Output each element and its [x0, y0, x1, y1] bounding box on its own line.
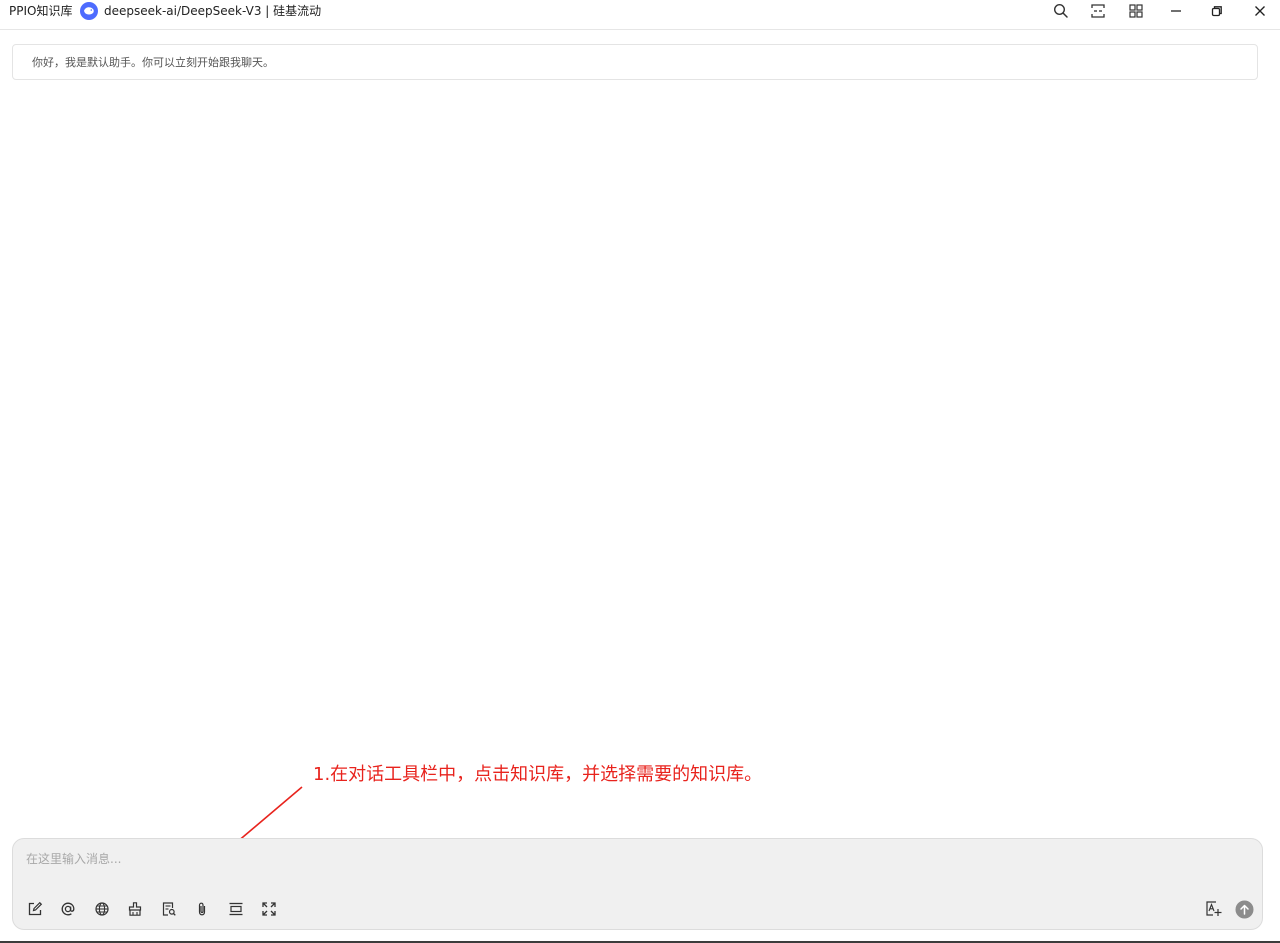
expand-icon	[262, 902, 276, 916]
message-composer	[12, 838, 1263, 930]
clear-context-button[interactable]	[125, 899, 145, 919]
clear-context-icon	[128, 902, 142, 916]
web-search-button[interactable]	[92, 899, 112, 919]
narrow-mode-button[interactable]	[1081, 0, 1115, 22]
model-name: deepseek-ai/DeepSeek-V3 | 硅基流动	[104, 4, 322, 18]
restore-icon	[1211, 6, 1222, 17]
restore-button[interactable]	[1200, 0, 1234, 22]
apps-button[interactable]	[1119, 0, 1153, 22]
search-icon	[1053, 3, 1068, 18]
narrow-mode-icon	[1091, 4, 1105, 18]
web-search-icon	[95, 902, 109, 916]
apps-grid-icon	[1129, 4, 1143, 18]
close-button[interactable]	[1243, 0, 1277, 22]
new-topic-icon	[28, 901, 43, 916]
app-title: PPIO知识库	[9, 4, 73, 18]
mention-model-icon	[61, 902, 75, 916]
title-bar: PPIO知识库 deepseek-ai/DeepSeek-V3 | 硅基流动	[0, 0, 1280, 30]
annotation-arrow	[171, 786, 303, 898]
send-icon	[1235, 900, 1253, 918]
new-topic-button[interactable]	[25, 899, 45, 919]
message-input[interactable]	[26, 849, 1226, 869]
model-selector[interactable]: deepseek-ai/DeepSeek-V3 | 硅基流动	[80, 2, 321, 20]
knowledge-base-button[interactable]	[159, 899, 179, 919]
close-icon	[1255, 6, 1265, 16]
send-button[interactable]	[1234, 899, 1254, 919]
assistant-greeting-message: 你好，我是默认助手。你可以立刻开始跟我聊天。	[12, 44, 1258, 80]
greeting-text: 你好，我是默认助手。你可以立刻开始跟我聊天。	[32, 56, 274, 69]
knowledge-base-icon	[162, 902, 176, 916]
context-divider-icon	[229, 902, 243, 916]
deepseek-whale-icon	[80, 2, 98, 20]
context-divider-button[interactable]	[226, 899, 246, 919]
attachment-button[interactable]	[192, 899, 212, 919]
minimize-button[interactable]	[1159, 0, 1193, 22]
translate-icon	[1206, 901, 1222, 916]
minimize-icon	[1171, 10, 1181, 12]
tutorial-annotation: 1.在对话工具栏中，点击知识库，并选择需要的知识库。	[313, 764, 763, 785]
search-button[interactable]	[1044, 0, 1078, 22]
translate-button[interactable]	[1204, 899, 1224, 919]
attachment-icon	[198, 902, 206, 916]
expand-input-button[interactable]	[259, 899, 279, 919]
mention-model-button[interactable]	[58, 899, 78, 919]
